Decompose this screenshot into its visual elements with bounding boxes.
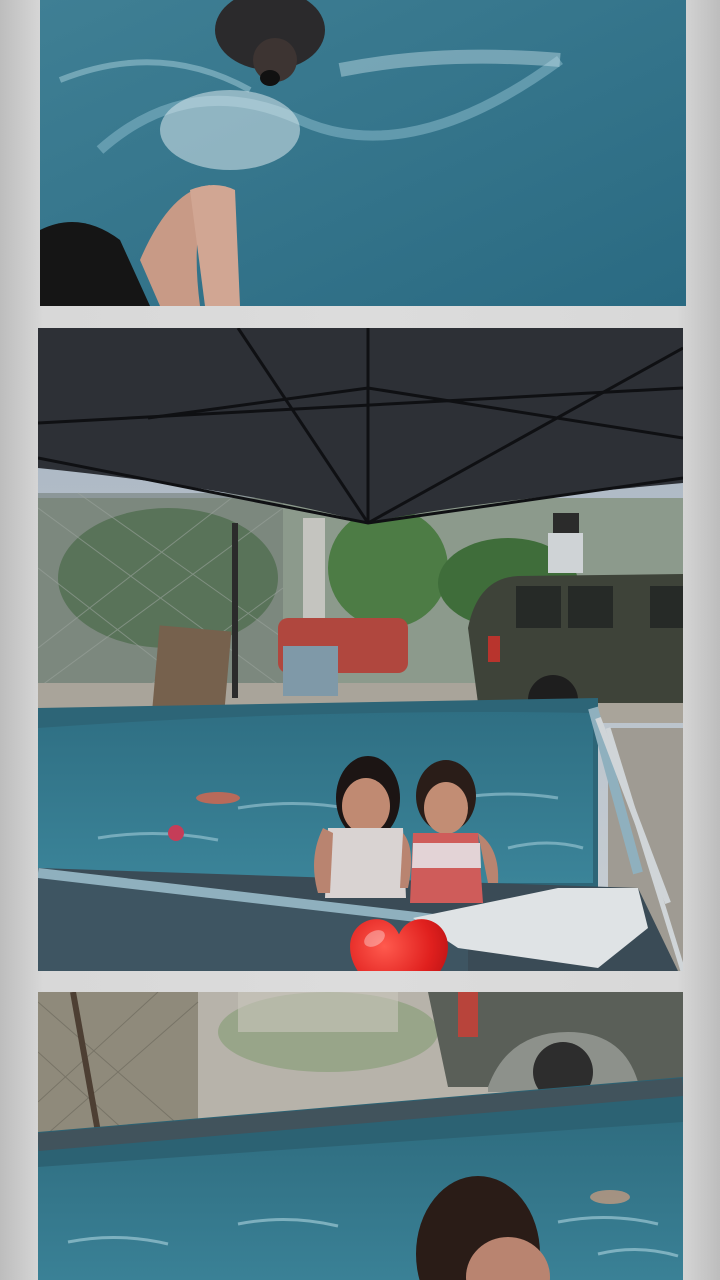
heart-emoji-icon: [350, 919, 448, 971]
photo-dog-swimming-image: [40, 0, 686, 306]
photo-dog-swimming: [40, 0, 686, 306]
photo-child-in-pool-image: [38, 992, 683, 1280]
photo-girls-in-pool: [38, 328, 683, 971]
photo-child-in-pool: [38, 992, 683, 1280]
photo-girls-in-pool-image: [38, 328, 683, 971]
